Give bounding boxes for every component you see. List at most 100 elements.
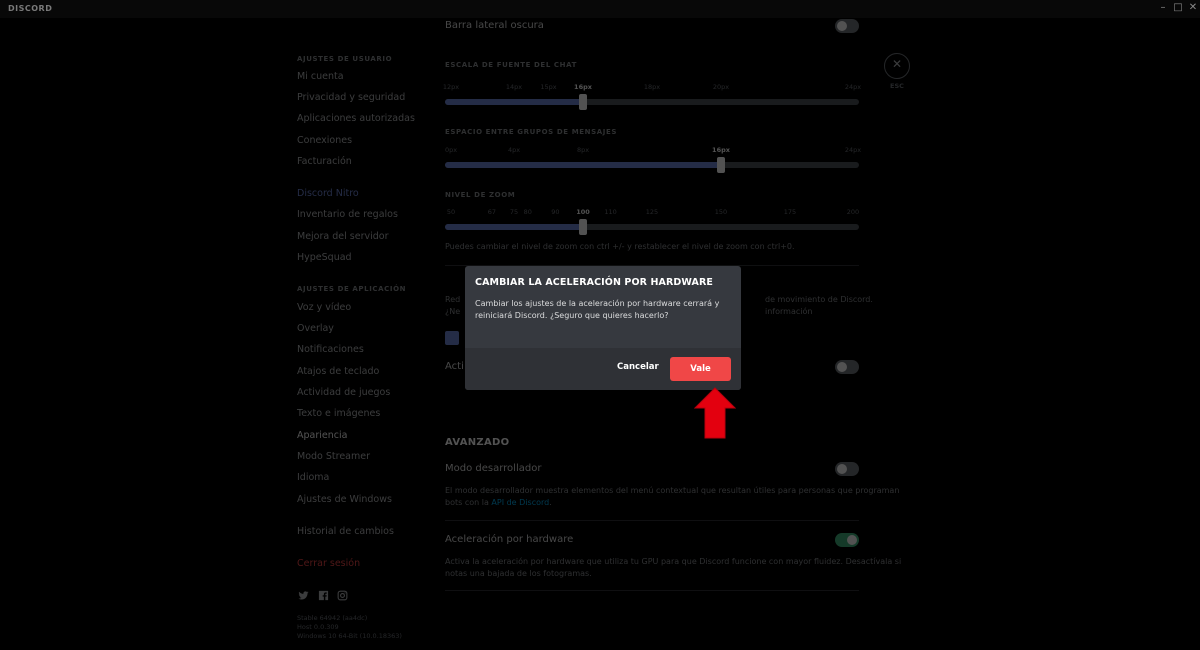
os-info: Windows 10 64-Bit (10.0.18363) [297, 632, 402, 640]
activity-toggle[interactable] [835, 360, 859, 374]
toggle-knob [847, 535, 857, 545]
sidebar-item-text-images[interactable]: Texto e imágenes [297, 408, 380, 419]
dev-mode-desc-line2: bots con la API de Discord. [445, 497, 552, 509]
slider-tick-label[interactable]: 8px [577, 146, 589, 154]
slider-tick-label[interactable]: 67 [488, 208, 496, 216]
esc-label: ESC [890, 82, 904, 90]
hw-accel-toggle[interactable] [835, 533, 859, 547]
partial-text-1: Red [445, 295, 461, 304]
instagram-icon[interactable] [337, 590, 348, 601]
slider-fill [445, 224, 583, 230]
sidebar-item-hypesquad[interactable]: HypeSquad [297, 252, 352, 263]
sidebar-item-overlay[interactable]: Overlay [297, 323, 334, 334]
cancel-button[interactable]: Cancelar [617, 362, 659, 372]
slider-tick-label[interactable]: 18px [644, 83, 660, 91]
sidebar-item-nitro[interactable]: Discord Nitro [297, 188, 359, 199]
dev-mode-label: Modo desarrollador [445, 463, 542, 474]
slider-tick-label[interactable]: 12px [443, 83, 459, 91]
slider-tick-label[interactable]: 175 [784, 208, 796, 216]
slider-tick-label[interactable]: 80 [524, 208, 532, 216]
app-settings-header: AJUSTES DE APLICACIÓN [297, 285, 407, 293]
modal-body: CAMBIAR LA ACELERACIÓN POR HARDWARE Camb… [465, 266, 741, 348]
partial-text-4: información [765, 307, 813, 316]
arrow-up-icon [694, 387, 736, 439]
slider-tick-label[interactable]: 100 [576, 208, 590, 216]
dev-mode-desc-prefix: bots con la [445, 498, 492, 507]
advanced-section-header: AVANZADO [445, 437, 510, 448]
dark-sidebar-label: Barra lateral oscura [445, 20, 544, 31]
sidebar-item-streamer-mode[interactable]: Modo Streamer [297, 451, 370, 462]
sidebar-item-gift-inventory[interactable]: Inventario de regalos [297, 209, 398, 220]
toggle-knob [837, 21, 847, 31]
build-info: Stable 64942 (aa4dc) [297, 614, 368, 622]
sidebar-item-appearance[interactable]: Apariencia [297, 430, 347, 441]
close-icon: ✕ [891, 57, 903, 71]
toggle-knob [837, 464, 847, 474]
zoom-slider[interactable]: 50 67 75 80 90 100 110 125 150 175 200 [445, 208, 859, 238]
zoom-level-label: NIVEL DE ZOOM [445, 191, 516, 199]
sidebar-item-server-boost[interactable]: Mejora del servidor [297, 231, 388, 242]
confirm-button-label: Vale [690, 364, 711, 374]
sidebar-item-keybinds[interactable]: Atajos de teclado [297, 366, 379, 377]
facebook-icon[interactable] [318, 590, 329, 601]
reduced-motion-checkbox[interactable] [445, 331, 459, 345]
group-spacing-label: ESPACIO ENTRE GRUPOS DE MENSAJES [445, 128, 617, 136]
sidebar-item-notifications[interactable]: Notificaciones [297, 344, 364, 355]
sidebar-item-connections[interactable]: Conexiones [297, 135, 352, 146]
partial-text-3: de movimiento de Discord. [765, 295, 873, 304]
divider [445, 520, 859, 521]
slider-tick-label[interactable]: 16px [712, 146, 730, 154]
dev-mode-toggle[interactable] [835, 462, 859, 476]
dev-mode-desc-line1: El modo desarrollador muestra elementos … [445, 486, 900, 495]
sidebar-item-my-account[interactable]: Mi cuenta [297, 71, 344, 82]
zoom-hint: Puedes cambiar el nivel de zoom con ctrl… [445, 242, 795, 251]
sidebar-item-windows-settings[interactable]: Ajustes de Windows [297, 494, 392, 505]
dev-mode-desc-suffix: . [549, 498, 552, 507]
hw-accel-desc-line2: notas una bajada de los fotogramas. [445, 569, 592, 578]
slider-tick-label[interactable]: 15px [540, 83, 556, 91]
slider-tick-label[interactable]: 24px [845, 146, 861, 154]
slider-tick-label[interactable]: 20px [713, 83, 729, 91]
slider-handle[interactable] [717, 157, 725, 173]
slider-tick-label[interactable]: 24px [845, 83, 861, 91]
slider-tick-label[interactable]: 75 [510, 208, 518, 216]
slider-tick-label[interactable]: 125 [646, 208, 658, 216]
slider-tick-label[interactable]: 4px [508, 146, 520, 154]
slider-tick-label[interactable]: 150 [715, 208, 727, 216]
sidebar-item-changelog[interactable]: Historial de cambios [297, 526, 394, 537]
sidebar-item-privacy[interactable]: Privacidad y seguridad [297, 92, 405, 103]
partial-text-2: ¿Ne [445, 307, 461, 316]
font-scale-slider[interactable]: 12px 14px 15px 16px 18px 20px 24px [443, 83, 861, 113]
activity-row-label: Acti [445, 361, 464, 372]
modal-title: CAMBIAR LA ACELERACIÓN POR HARDWARE [475, 277, 713, 288]
group-spacing-slider[interactable]: 0px 4px 8px 16px 24px [445, 146, 861, 176]
slider-handle[interactable] [579, 219, 587, 235]
sidebar-item-authorized-apps[interactable]: Aplicaciones autorizadas [297, 113, 415, 124]
sidebar-item-logout[interactable]: Cerrar sesión [297, 558, 360, 569]
slider-fill [445, 162, 721, 168]
slider-tick-label[interactable]: 90 [551, 208, 559, 216]
slider-tick-label[interactable]: 16px [574, 83, 592, 91]
slider-tick-label[interactable]: 200 [847, 208, 859, 216]
confirm-button[interactable]: Vale [670, 357, 731, 381]
slider-fill [445, 99, 583, 105]
modal-message: Cambiar los ajustes de la aceleración po… [475, 299, 720, 320]
sidebar-item-billing[interactable]: Facturación [297, 156, 352, 167]
toggle-knob [837, 362, 847, 372]
slider-tick-label[interactable]: 110 [604, 208, 616, 216]
modal-footer: Cancelar Vale [465, 348, 741, 390]
slider-handle[interactable] [579, 94, 587, 110]
twitter-icon[interactable] [298, 590, 309, 601]
sidebar-item-language[interactable]: Idioma [297, 472, 329, 483]
slider-tick-label[interactable]: 0px [445, 146, 457, 154]
slider-tick-label[interactable]: 50 [447, 208, 455, 216]
hw-accel-desc-line1: Activa la aceleración por hardware que u… [445, 557, 902, 566]
sidebar-item-voice-video[interactable]: Voz y vídeo [297, 302, 351, 313]
close-settings-button[interactable]: ✕ [884, 53, 910, 79]
slider-tick-label[interactable]: 14px [506, 83, 522, 91]
divider [445, 590, 859, 591]
dark-sidebar-toggle[interactable] [835, 19, 859, 33]
discord-api-link[interactable]: API de Discord [491, 498, 549, 507]
hw-accel-label: Aceleración por hardware [445, 534, 574, 545]
sidebar-item-game-activity[interactable]: Actividad de juegos [297, 387, 390, 398]
